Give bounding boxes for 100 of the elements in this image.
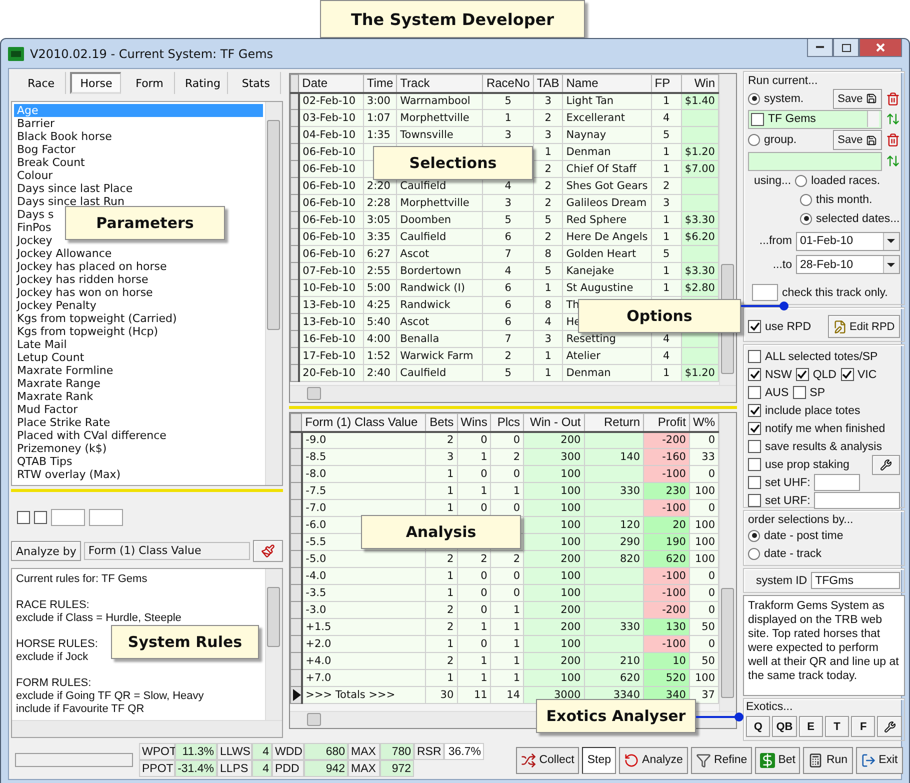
radio-button[interactable] [748, 548, 760, 560]
tab[interactable]: Race [17, 72, 66, 94]
column-header[interactable]: Return [584, 414, 644, 432]
checkbox[interactable] [748, 422, 761, 435]
radio-button[interactable] [748, 92, 760, 105]
date-dropdown[interactable]: 01-Feb-10 [796, 232, 900, 251]
list-item[interactable]: Late Mail [14, 338, 69, 351]
tab[interactable]: Horse [70, 72, 122, 94]
list-item[interactable]: Jockey has won on horse [14, 286, 155, 299]
input-field[interactable] [89, 509, 123, 526]
list-item[interactable]: Jockey [14, 234, 54, 247]
column-header[interactable]: Win [681, 74, 718, 92]
list-item[interactable]: QTAB Tips [14, 455, 74, 468]
minimize-button[interactable] [807, 39, 833, 57]
radio-button[interactable] [800, 194, 812, 206]
list-item[interactable]: Jockey has placed on horse [14, 260, 169, 273]
save-button[interactable]: Save [832, 130, 882, 150]
list-item[interactable]: Kgs from topweight (Carried) [14, 312, 179, 325]
column-header[interactable]: Wins [457, 414, 491, 432]
input-field[interactable] [51, 509, 85, 526]
list-item[interactable]: Days since last Place [14, 182, 135, 195]
list-item[interactable]: Maxrate Rank [14, 390, 96, 403]
vertical-scrollbar[interactable] [719, 413, 736, 711]
column-header[interactable]: TAB [533, 74, 563, 92]
list-item[interactable]: Break Count [14, 156, 87, 169]
horizontal-scrollbar[interactable] [12, 720, 282, 737]
checkbox[interactable] [748, 404, 761, 417]
track-field[interactable] [752, 284, 778, 301]
radio-button[interactable] [800, 212, 812, 225]
exotics-button[interactable]: QB [772, 716, 797, 737]
list-item[interactable]: Prizemoney (k$) [14, 442, 109, 455]
date-dropdown[interactable]: 28-Feb-10 [796, 255, 900, 274]
vertical-scrollbar[interactable] [265, 569, 282, 720]
column-header[interactable]: W% [689, 414, 718, 432]
list-item[interactable]: Jockey has ridden horse [14, 273, 150, 286]
list-item[interactable]: Placed with CVal difference [14, 429, 168, 442]
list-item[interactable]: Jockey Penalty [14, 299, 98, 312]
toolbar-button[interactable]: Analyze [619, 746, 688, 774]
checkbox[interactable] [748, 476, 761, 489]
tab[interactable]: Rating [178, 72, 228, 94]
analyze-by-button[interactable]: Analyze by [11, 541, 82, 561]
uhf-field[interactable] [814, 474, 860, 491]
toolbar-button[interactable]: Refine [690, 746, 752, 774]
delete-icon[interactable] [886, 133, 900, 148]
toolbar-button[interactable]: Exit [856, 746, 903, 774]
column-header[interactable]: Track [396, 74, 483, 92]
column-header[interactable]: Date [298, 74, 364, 92]
up-down-arrows-icon[interactable] [886, 112, 900, 126]
list-item[interactable]: Maxrate Range [14, 377, 102, 390]
checkbox[interactable] [751, 112, 764, 126]
column-header[interactable]: RaceNo [482, 74, 534, 92]
radio-button[interactable] [748, 530, 760, 542]
list-item[interactable]: Colour [14, 169, 55, 182]
vertical-scrollbar[interactable] [265, 102, 282, 485]
urf-field[interactable] [814, 492, 900, 509]
radio-button[interactable] [795, 174, 808, 187]
checkbox[interactable] [17, 511, 30, 524]
horizontal-scrollbar[interactable] [290, 385, 736, 402]
column-header[interactable]: FP [651, 74, 682, 92]
list-item[interactable]: Place Strike Rate [14, 416, 112, 429]
column-header[interactable]: Profit [644, 414, 690, 432]
save-button[interactable]: Save [832, 88, 882, 109]
toolbar-button[interactable]: Step [582, 746, 616, 774]
column-header[interactable]: Name [562, 74, 652, 92]
list-item[interactable]: Kgs from topweight (Hcp) [14, 325, 160, 338]
list-item[interactable]: FinPos [14, 221, 54, 234]
checkbox[interactable] [748, 368, 761, 381]
checkbox[interactable] [796, 368, 809, 381]
maximize-button[interactable] [833, 39, 859, 57]
list-item[interactable]: Jockey Allowance [14, 247, 114, 260]
list-item[interactable]: Black Book horse [14, 130, 114, 143]
checkbox[interactable] [748, 494, 761, 507]
checkbox[interactable] [748, 350, 761, 363]
system-name-field[interactable]: TF Gems [748, 110, 882, 129]
wrench-button[interactable] [872, 454, 900, 474]
tab[interactable]: Stats [232, 72, 282, 94]
column-header[interactable]: Win - Out [524, 414, 584, 432]
list-item[interactable]: RTW overlay (Max) [14, 468, 123, 481]
checkbox[interactable] [748, 440, 761, 453]
toolbar-button[interactable]: Run [803, 746, 853, 774]
checkbox[interactable] [840, 368, 854, 381]
checkbox[interactable] [748, 320, 761, 333]
toolbar-button[interactable]: Bet [755, 746, 800, 774]
radio-button[interactable] [748, 134, 760, 146]
column-header[interactable]: Bets [425, 414, 458, 432]
row-header[interactable] [290, 686, 302, 704]
delete-icon[interactable] [886, 92, 900, 106]
column-header[interactable]: Time [363, 74, 397, 92]
list-item[interactable]: Mud Factor [14, 403, 80, 416]
system-id-field[interactable]: TFGms [811, 572, 900, 589]
tab[interactable]: Form [125, 72, 175, 94]
list-item[interactable]: Barrier [14, 117, 56, 130]
column-header[interactable]: Plcs [490, 414, 524, 432]
wrench-button[interactable] [877, 716, 902, 737]
checkbox[interactable] [34, 511, 47, 524]
group-name-field[interactable] [748, 152, 882, 171]
list-item[interactable]: Days since last Run [14, 195, 126, 208]
list-item[interactable]: Letup Count [14, 351, 86, 364]
exotics-button[interactable]: T [824, 716, 850, 737]
checkbox[interactable] [748, 458, 761, 471]
